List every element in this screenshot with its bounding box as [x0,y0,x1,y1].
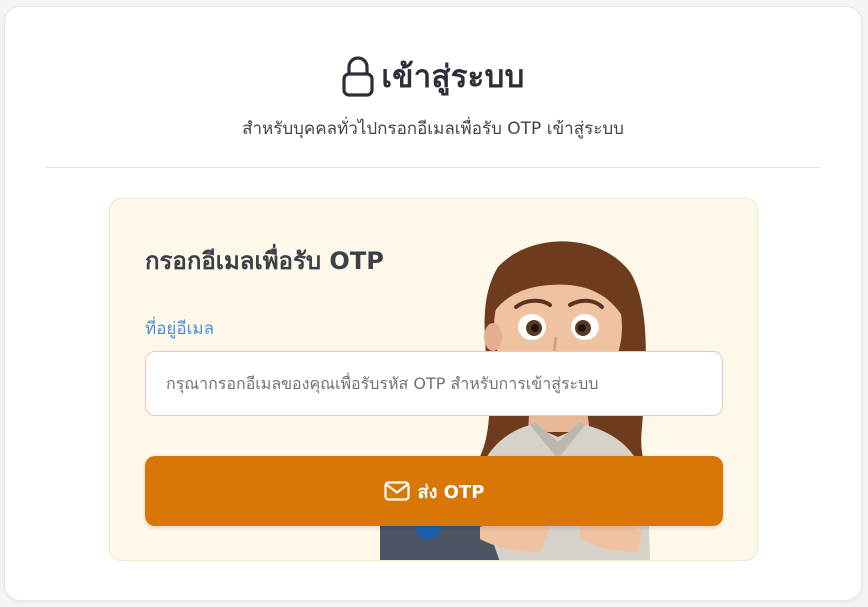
login-header: เข้าสู่ระบบ สำหรับบุคคลทั่วไปกรอกอีเมลเพ… [5,51,861,142]
title-row: เข้าสู่ระบบ [5,51,861,101]
lock-icon [341,54,375,98]
mail-icon [383,481,410,501]
email-input[interactable] [145,351,723,416]
login-card: เข้าสู่ระบบ สำหรับบุคคลทั่วไปกรอกอีเมลเพ… [4,6,862,601]
otp-form-card: กรอกอีเมลเพื่อรับ OTP ที่อยู่อีเมล ส่ง O… [109,198,758,561]
email-label: ที่อยู่อีเมล [145,319,215,339]
page-subtitle: สำหรับบุคคลทั่วไปกรอกอีเมลเพื่อรับ OTP เ… [242,119,624,139]
page-title: เข้าสู่ระบบ [381,59,525,95]
header-divider [46,167,820,168]
form-title: กรอกอีเมลเพื่อรับ OTP [145,247,384,275]
send-otp-button[interactable]: ส่ง OTP [145,456,723,526]
send-otp-label: ส่ง OTP [417,481,485,503]
